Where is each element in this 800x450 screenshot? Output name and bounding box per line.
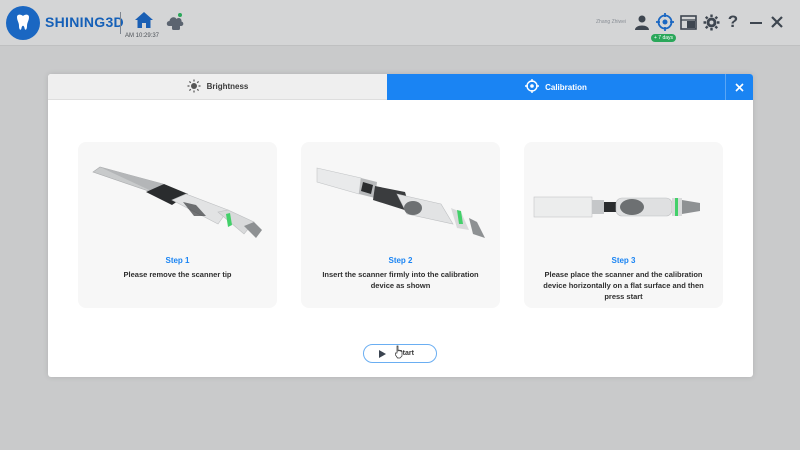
sun-icon [187, 79, 201, 95]
help-icon[interactable]: ? [723, 12, 743, 32]
crosshair-icon [525, 79, 540, 95]
tab-label: Brightness [206, 82, 249, 91]
step-description: Please place the scanner and the calibra… [543, 270, 704, 301]
gear-icon[interactable] [701, 12, 721, 32]
cloud-sync-icon[interactable] [164, 10, 186, 32]
play-icon [378, 345, 386, 363]
user-name: Zhang Zhiwei [596, 19, 627, 25]
close-icon[interactable] [767, 12, 787, 32]
top-bar: SHINING3D AM 10:29:37 Zhang Zhiwei + 7 d… [0, 0, 800, 46]
close-icon [735, 82, 744, 92]
scanner-insert-image [316, 167, 485, 238]
step-card-3: Step 3 Please place the scanner and the … [524, 142, 723, 308]
step-description: Insert the scanner firmly into the calib… [322, 270, 479, 290]
scanner-horizontal-image [533, 196, 700, 218]
step-description: Please remove the scanner tip [123, 270, 232, 279]
tab-calibration[interactable]: Calibration [387, 74, 725, 100]
mouse-pointer-icon [395, 345, 403, 359]
step-title: Step 3 [611, 256, 636, 265]
scanner-connect-icon[interactable] [655, 12, 675, 32]
tab-label: Calibration [545, 82, 587, 92]
step-card-2: Step 2 Insert the scanner firmly into th… [301, 142, 500, 308]
dialog-close-button[interactable] [725, 74, 753, 100]
step-title: Step 1 [165, 256, 190, 265]
gallery-icon[interactable] [678, 12, 698, 32]
step-title: Step 2 [388, 256, 413, 265]
divider [120, 12, 121, 34]
clock-text: AM 10:29:37 [125, 33, 160, 39]
trial-days-badge: + 7 days [651, 34, 677, 42]
step-card-1: Step 1 Please remove the scanner tip [78, 142, 277, 308]
home-icon[interactable] [134, 10, 154, 30]
tooth-logo-icon [6, 6, 40, 40]
minimize-icon[interactable] [746, 12, 766, 32]
scanner-tip-removal-image [92, 166, 262, 238]
calibration-dialog: Brightness Calibration Step 1 Please rem… [48, 74, 753, 377]
tab-brightness[interactable]: Brightness [48, 74, 387, 100]
user-icon[interactable] [632, 12, 652, 32]
dialog-tabs: Brightness Calibration [48, 74, 753, 100]
brand-name: SHINING3D [45, 14, 124, 30]
